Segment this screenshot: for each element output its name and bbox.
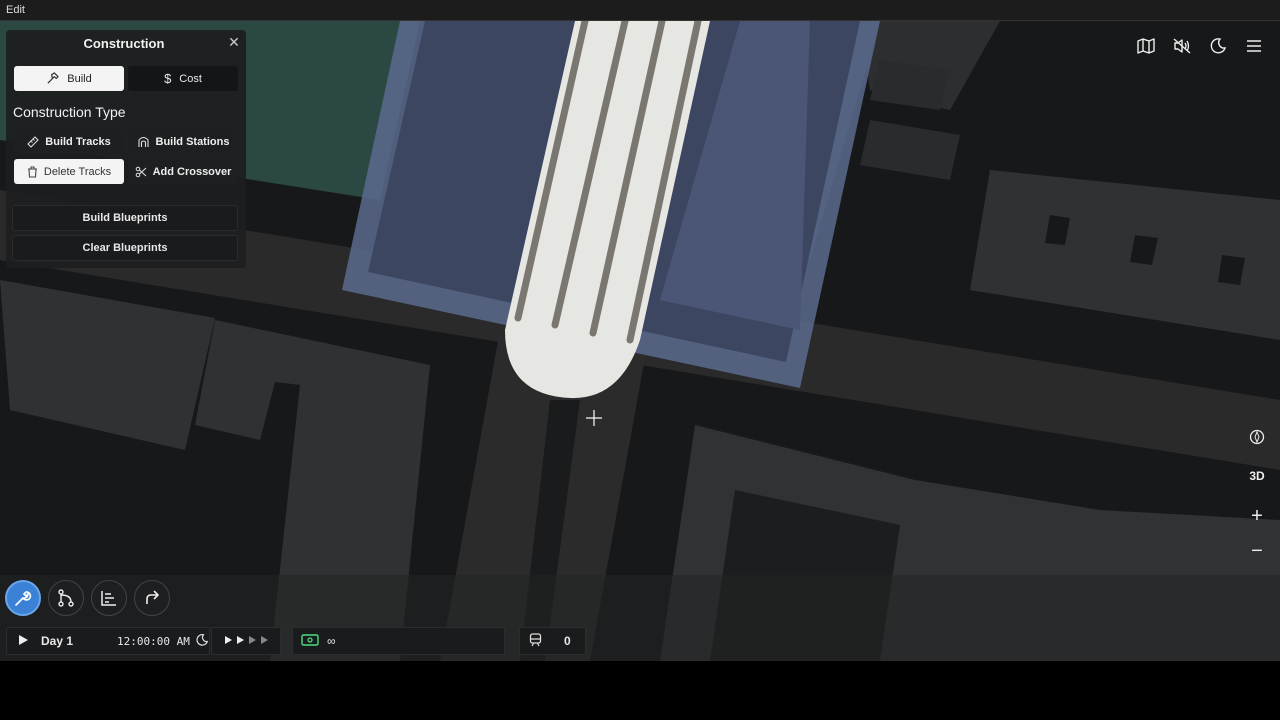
wrench-icon[interactable] bbox=[5, 580, 41, 616]
section-title: Construction Type bbox=[13, 104, 126, 120]
build-stations-button[interactable]: Build Stations bbox=[128, 129, 238, 154]
trash-icon bbox=[27, 165, 38, 178]
trains-display: 0 bbox=[519, 627, 586, 655]
branch-icon[interactable] bbox=[48, 580, 84, 616]
build-stations-label: Build Stations bbox=[155, 135, 230, 148]
play-icon[interactable] bbox=[17, 634, 29, 649]
mute-icon[interactable] bbox=[1164, 34, 1200, 58]
speed-controls[interactable] bbox=[211, 627, 281, 655]
view-3d-button[interactable]: 3D bbox=[1240, 462, 1274, 490]
add-crossover-button[interactable]: Add Crossover bbox=[128, 159, 238, 184]
add-crossover-label: Add Crossover bbox=[152, 165, 232, 178]
hammer-icon bbox=[46, 72, 59, 85]
money-value: ∞ bbox=[327, 634, 336, 648]
tab-cost-label: Cost bbox=[179, 72, 202, 85]
zoom-in-button[interactable]: + bbox=[1240, 502, 1274, 530]
speed-2-icon[interactable] bbox=[236, 634, 245, 648]
menu-icon[interactable] bbox=[1236, 34, 1272, 58]
map-icon[interactable] bbox=[1128, 34, 1164, 58]
money-display: ∞ bbox=[292, 627, 505, 655]
top-right-toolbar bbox=[1128, 34, 1272, 58]
menu-edit[interactable]: Edit bbox=[6, 4, 25, 16]
moon-icon[interactable] bbox=[1200, 34, 1236, 58]
tab-build[interactable]: Build bbox=[14, 66, 124, 91]
tab-build-label: Build bbox=[67, 72, 92, 85]
status-bar: Day 1 12:00:00 AM ∞ 0 bbox=[0, 627, 1280, 657]
ruler-icon bbox=[27, 135, 40, 148]
dollar-icon: $ bbox=[164, 71, 172, 86]
panel-title: Construction bbox=[83, 36, 165, 51]
delete-tracks-button[interactable]: Delete Tracks bbox=[14, 159, 124, 184]
delete-tracks-label: Delete Tracks bbox=[43, 165, 112, 178]
scissors-icon bbox=[135, 166, 147, 178]
time-label: 12:00:00 AM bbox=[117, 634, 190, 648]
build-tracks-button[interactable]: Build Tracks bbox=[14, 129, 124, 154]
money-icon bbox=[301, 633, 319, 649]
moon-small-icon bbox=[196, 633, 209, 649]
chart-icon[interactable] bbox=[91, 580, 127, 616]
build-blueprints-button[interactable]: Build Blueprints bbox=[12, 205, 238, 231]
trains-count: 0 bbox=[564, 634, 571, 648]
speed-4-icon[interactable] bbox=[260, 634, 269, 648]
build-tracks-label: Build Tracks bbox=[45, 135, 111, 148]
time-controls: Day 1 12:00:00 AM bbox=[6, 627, 210, 655]
station-icon bbox=[137, 135, 150, 148]
close-icon[interactable]: ✕ bbox=[226, 34, 242, 50]
clear-blueprints-button[interactable]: Clear Blueprints bbox=[12, 235, 238, 261]
speed-3-icon[interactable] bbox=[248, 634, 257, 648]
tab-cost[interactable]: $ Cost bbox=[128, 66, 238, 91]
compass-icon[interactable] bbox=[1240, 423, 1274, 451]
speed-1-icon[interactable] bbox=[224, 634, 233, 648]
zoom-out-button[interactable]: − bbox=[1240, 537, 1274, 565]
redo-icon[interactable] bbox=[134, 580, 170, 616]
construction-panel: Construction ✕ Build $ Cost Construction… bbox=[6, 30, 246, 268]
train-icon bbox=[529, 632, 542, 650]
day-label: Day 1 bbox=[41, 634, 74, 648]
menu-bar: Edit bbox=[0, 0, 1280, 21]
